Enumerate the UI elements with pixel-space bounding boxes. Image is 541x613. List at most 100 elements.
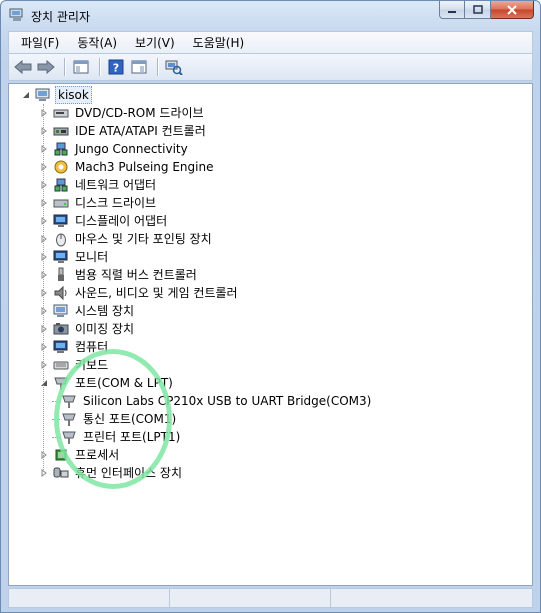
category-label: Mach3 Pulseing Engine <box>75 160 214 174</box>
tree-guide-line <box>52 419 60 420</box>
tree-category[interactable]: 프로세서 <box>39 446 121 464</box>
collapse-arrow-icon <box>23 92 29 98</box>
category-expander[interactable] <box>39 450 49 460</box>
expand-arrow-icon <box>41 343 47 351</box>
menu-bar: 파일(F) 동작(A) 보기(V) 도움말(H) <box>8 31 533 53</box>
tree-device[interactable]: 프린터 포트(LPT1) <box>61 428 182 446</box>
expand-arrow-icon <box>41 361 47 369</box>
menu-file[interactable]: 파일(F) <box>15 34 65 51</box>
expand-arrow-icon <box>41 145 47 153</box>
back-button[interactable] <box>13 57 33 77</box>
category-label: 프로세서 <box>75 448 120 462</box>
menu-action[interactable]: 동작(A) <box>71 34 123 51</box>
properties-button[interactable] <box>129 57 149 77</box>
expand-arrow-icon <box>41 271 47 279</box>
speaker-icon <box>54 285 67 301</box>
tree-device[interactable]: 통신 포트(COM1) <box>61 410 178 428</box>
minimize-button[interactable] <box>439 1 465 19</box>
tree-category[interactable]: 네트워크 어댑터 <box>39 176 158 194</box>
category-label: Jungo Connectivity <box>75 142 188 156</box>
tree-category[interactable]: 휴먼 인터페이스 장치 <box>39 464 184 482</box>
category-expander[interactable] <box>39 270 49 280</box>
svg-text:?: ? <box>113 62 119 75</box>
keyboard-icon <box>53 361 69 370</box>
tree-category[interactable]: 범용 직렬 버스 컨트롤러 <box>39 266 199 284</box>
category-label: 디스크 드라이브 <box>75 196 157 210</box>
category-expander[interactable] <box>39 144 49 154</box>
category-label: 컴퓨터 <box>75 340 109 354</box>
close-button[interactable] <box>491 1 534 19</box>
expand-arrow-icon <box>41 451 47 459</box>
category-expander[interactable] <box>39 468 49 478</box>
tree-guide-line <box>52 437 60 438</box>
status-pane <box>9 589 170 607</box>
tree-category[interactable]: 디스플레이 어댑터 <box>39 212 169 230</box>
status-bar <box>8 588 533 608</box>
category-expander[interactable] <box>39 306 49 316</box>
forward-button[interactable] <box>36 57 56 77</box>
tree-category[interactable]: 포트(COM & LPT) <box>39 374 175 392</box>
expand-arrow-icon <box>41 109 47 117</box>
computer-icon <box>53 340 68 353</box>
category-expander[interactable] <box>39 378 49 388</box>
back-arrow-icon <box>14 60 32 74</box>
category-expander[interactable] <box>39 252 49 262</box>
category-expander[interactable] <box>39 342 49 352</box>
computer-root-icon <box>35 88 50 101</box>
toolbar-separator <box>157 58 159 76</box>
expand-arrow-icon <box>41 469 47 477</box>
root-expander[interactable] <box>21 90 31 100</box>
ide-controller-icon <box>53 127 69 136</box>
show-hide-tree-button[interactable] <box>71 57 91 77</box>
tree-category[interactable]: 키보드 <box>39 356 110 374</box>
toolbar: ? <box>8 53 533 81</box>
port-device-icon <box>62 413 76 426</box>
tree-category[interactable]: 마우스 및 기타 포인팅 장치 <box>39 230 214 248</box>
system-device-icon <box>53 304 68 317</box>
network-device-icon <box>54 142 68 156</box>
tree-category[interactable]: 컴퓨터 <box>39 338 110 356</box>
category-label: 범용 직렬 버스 컨트롤러 <box>75 268 197 282</box>
tree-root[interactable]: kisok <box>21 86 92 104</box>
maximize-button[interactable] <box>465 1 491 19</box>
category-expander[interactable] <box>39 108 49 118</box>
category-expander[interactable] <box>39 126 49 136</box>
tree-category[interactable]: 이미징 장치 <box>39 320 136 338</box>
menu-view[interactable]: 보기(V) <box>129 34 181 51</box>
tree-category[interactable]: 디스크 드라이브 <box>39 194 158 212</box>
category-label: IDE ATA/ATAPI 컨트롤러 <box>75 124 206 138</box>
tree-category[interactable]: Mach3 Pulseing Engine <box>39 158 215 176</box>
tree-category[interactable]: 사운드, 비디오 및 게임 컨트롤러 <box>39 284 240 302</box>
collapse-arrow-icon <box>41 380 47 386</box>
tree-category[interactable]: Jungo Connectivity <box>39 140 190 158</box>
category-expander[interactable] <box>39 180 49 190</box>
device-label: Silicon Labs CP210x USB to UART Bridge(C… <box>83 394 372 408</box>
expand-arrow-icon <box>41 181 47 189</box>
monitor-icon <box>53 250 68 263</box>
category-expander[interactable] <box>39 162 49 172</box>
minimize-icon <box>448 10 456 13</box>
category-expander[interactable] <box>39 216 49 226</box>
menu-help[interactable]: 도움말(H) <box>187 34 251 51</box>
category-label: 휴먼 인터페이스 장치 <box>75 466 182 480</box>
dvd-drive-icon <box>53 109 69 118</box>
category-label: 네트워크 어댑터 <box>75 178 157 192</box>
tree-category[interactable]: DVD/CD-ROM 드라이브 <box>39 104 206 122</box>
maximize-icon <box>472 4 483 14</box>
properties-icon <box>131 60 147 74</box>
category-expander[interactable] <box>39 324 49 334</box>
category-expander[interactable] <box>39 198 49 208</box>
expand-arrow-icon <box>41 307 47 315</box>
category-label: 사운드, 비디오 및 게임 컨트롤러 <box>75 286 238 300</box>
tree-device[interactable]: Silicon Labs CP210x USB to UART Bridge(C… <box>61 392 373 410</box>
tree-category[interactable]: 모니터 <box>39 248 110 266</box>
category-expander[interactable] <box>39 360 49 370</box>
tree-category[interactable]: 시스템 장치 <box>39 302 136 320</box>
help-button[interactable]: ? <box>106 57 126 77</box>
category-expander[interactable] <box>39 234 49 244</box>
device-tree-panel[interactable]: kisok DVD/CD-ROM 드라이브 IDE ATA/ATAPI 컨트롤러 Ju… <box>8 83 533 586</box>
tree-category[interactable]: IDE ATA/ATAPI 컨트롤러 <box>39 122 208 140</box>
status-pane <box>331 589 532 607</box>
scan-hardware-button[interactable] <box>164 57 184 77</box>
category-expander[interactable] <box>39 288 49 298</box>
